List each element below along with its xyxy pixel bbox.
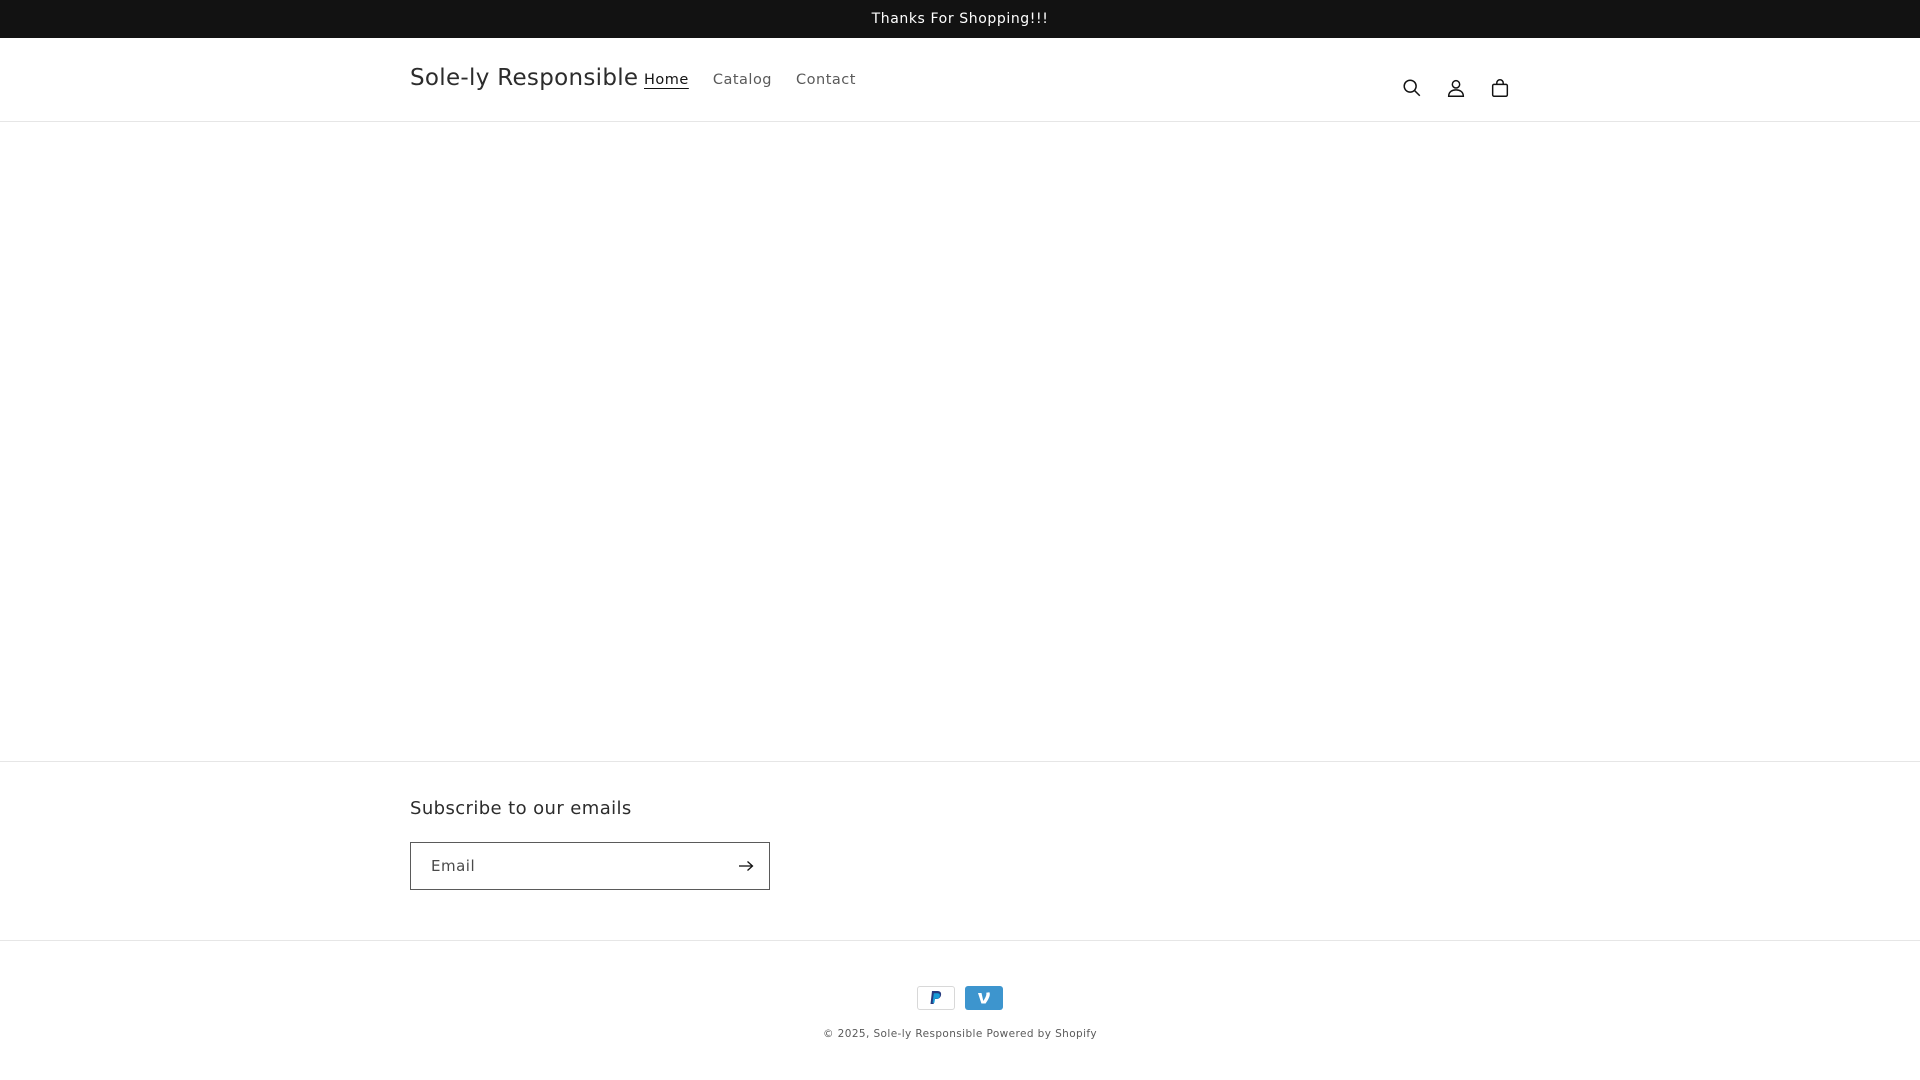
paypal-icon (917, 986, 955, 1010)
site-header: Sole-ly Responsible Home Catalog Contact (0, 38, 1920, 122)
newsletter-heading: Subscribe to our emails (410, 798, 632, 819)
newsletter-form (410, 842, 770, 890)
nav-item-catalog[interactable]: Catalog (713, 72, 772, 88)
nav-item-home[interactable]: Home (644, 72, 689, 88)
account-icon (1447, 79, 1465, 97)
account-button[interactable] (1434, 66, 1478, 110)
announcement-text: Thanks For Shopping!!! (871, 11, 1049, 27)
newsletter-submit-button[interactable] (723, 843, 769, 889)
nav-item-contact[interactable]: Contact (796, 72, 856, 88)
cart-icon (1491, 79, 1509, 97)
search-icon (1403, 79, 1421, 97)
copyright-prefix: © 2025, (823, 1028, 870, 1040)
search-button[interactable] (1390, 66, 1434, 110)
arrow-right-icon (739, 861, 754, 871)
site-footer: Subscribe to our emails © 2025, Sole-ly … (0, 761, 1920, 1080)
store-logo[interactable]: Sole-ly Responsible (410, 65, 638, 91)
footer-divider (0, 940, 1920, 941)
copyright-text: © 2025, Sole-ly Responsible Powered by S… (0, 1028, 1920, 1040)
payment-icons (917, 986, 1003, 1010)
powered-by-link[interactable]: Powered by Shopify (987, 1028, 1097, 1040)
main-nav: Home Catalog Contact (644, 72, 880, 88)
copyright-store-link[interactable]: Sole-ly Responsible (873, 1028, 982, 1040)
newsletter-email-input[interactable] (411, 843, 711, 889)
header-icons (1390, 66, 1522, 110)
venmo-icon (965, 986, 1003, 1010)
announcement-bar: Thanks For Shopping!!! (0, 0, 1920, 38)
cart-button[interactable] (1478, 66, 1522, 110)
